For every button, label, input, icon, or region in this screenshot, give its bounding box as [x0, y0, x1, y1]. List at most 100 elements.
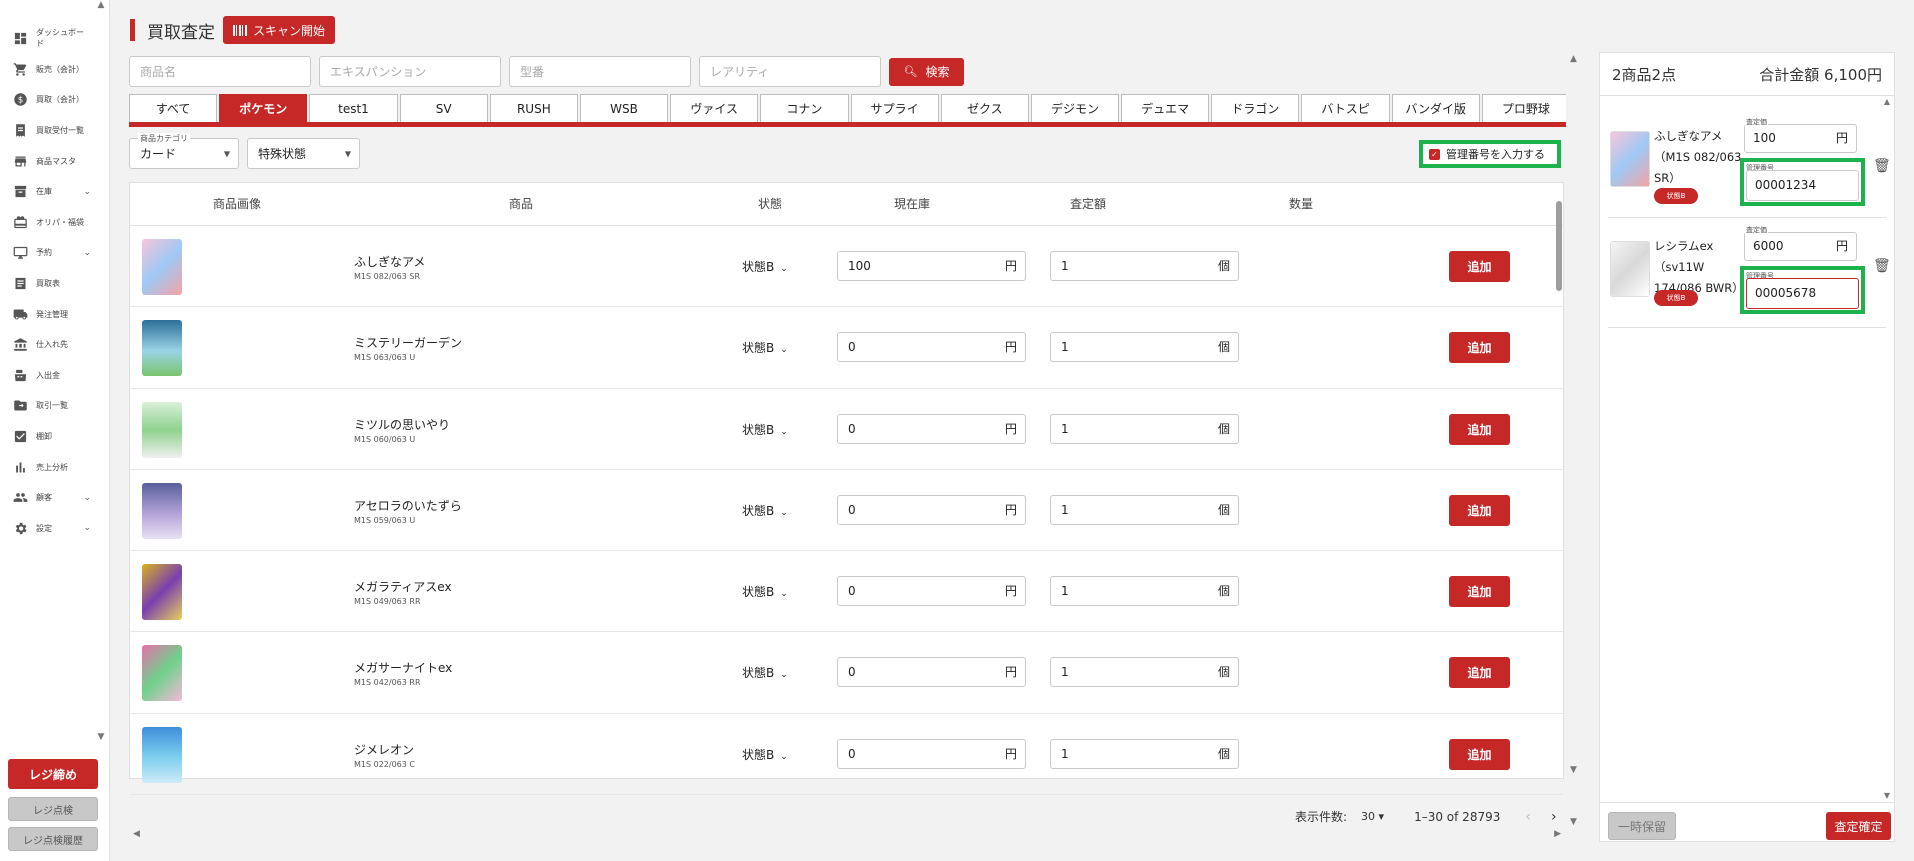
category-tab[interactable]: WSB — [579, 94, 669, 122]
scroll-up-icon[interactable]: ▲ — [1570, 54, 1577, 64]
cart-price-input[interactable]: 査定価 6000 円 — [1744, 225, 1857, 261]
special-state-select[interactable]: 特殊状態 ▼ — [247, 138, 360, 169]
sidebar-item[interactable]: 商品マスタ — [0, 146, 95, 177]
category-tab[interactable]: SV — [399, 94, 488, 122]
sidebar-item[interactable]: オリパ・福袋 — [0, 207, 95, 238]
rows-per-page-select[interactable]: 30 ▾ — [1361, 810, 1384, 823]
category-tab[interactable]: RUSH — [489, 94, 578, 122]
trash-icon[interactable]: 🗑︎ — [1873, 258, 1891, 274]
close-register-button[interactable]: レジ締め — [8, 759, 98, 789]
table-scrollbar[interactable] — [1553, 183, 1563, 768]
prev-page-icon[interactable]: ‹ — [1525, 809, 1531, 825]
confirm-appraisal-button[interactable]: 査定確定 — [1826, 812, 1891, 840]
scroll-down-icon[interactable]: ▼ — [1570, 817, 1577, 827]
category-tab[interactable]: すべて — [129, 94, 218, 122]
cart-price-input[interactable]: 査定価 100 円 — [1744, 117, 1857, 153]
rarity-input[interactable] — [699, 56, 881, 87]
sidebar-item[interactable]: ダッシュボード — [0, 22, 95, 54]
quantity-input[interactable]: 1個 — [1050, 738, 1239, 769]
expansion-input[interactable] — [319, 56, 501, 87]
category-tab[interactable]: ゼクス — [940, 94, 1029, 122]
sidebar-item[interactable]: 在庫 ⌄ — [0, 176, 95, 207]
gear-icon — [12, 520, 28, 536]
scroll-left-icon[interactable]: ◀ — [133, 829, 140, 839]
sidebar-item[interactable]: 設定 ⌄ — [0, 513, 95, 544]
sidebar-item[interactable]: 棚卸 — [0, 421, 95, 452]
main-vertical-scrollbar[interactable]: ▲ ▼ ▼ — [1568, 54, 1580, 827]
sidebar-item[interactable]: 販売（会計） — [0, 54, 95, 85]
sidebar-item[interactable]: 顧客 ⌄ — [0, 482, 95, 513]
state-select[interactable]: 状態B ⌄ — [742, 746, 788, 763]
sidebar-scroll-up-icon[interactable]: ▲ — [95, 0, 107, 12]
store-icon — [12, 153, 28, 169]
category-tab[interactable]: バトスピ — [1301, 94, 1390, 122]
state-select[interactable]: 状態B ⌄ — [742, 502, 788, 519]
category-tab[interactable]: ヴァイス — [670, 94, 759, 122]
cart-scroll-down-icon[interactable]: ▼ — [1884, 791, 1890, 800]
category-tab[interactable]: デジモン — [1030, 94, 1120, 122]
sidebar-item[interactable]: 買取受付一覧 — [0, 115, 95, 146]
add-button[interactable]: 追加 — [1449, 413, 1510, 445]
category-tab[interactable]: デュエマ — [1121, 94, 1210, 122]
mgmt-number-checkbox[interactable]: ✓ 管理番号を入力する — [1419, 140, 1561, 168]
product-name-input[interactable] — [129, 56, 311, 87]
sidebar-item[interactable]: 買取表 — [0, 268, 95, 299]
sidebar-scroll-down-icon[interactable]: ▼ — [95, 732, 107, 744]
quantity-input[interactable]: 1個 — [1050, 494, 1239, 525]
quantity-input[interactable]: 1個 — [1050, 251, 1239, 281]
add-button[interactable]: 追加 — [1449, 332, 1510, 364]
horizontal-scrollbar[interactable]: ◀ ▶ — [133, 829, 1561, 841]
table-row: アセロラのいたずら M1S 059/063 U 状態B⌄ 1点 0円 1個 追加 — [130, 470, 1563, 552]
state-select[interactable]: 状態B ⌄ — [742, 258, 788, 275]
price-input[interactable]: 0円 — [837, 657, 1026, 688]
category-tab[interactable]: サプライ — [850, 94, 939, 122]
trash-icon[interactable]: 🗑︎ — [1873, 158, 1891, 174]
sidebar-item[interactable]: 取引一覧 — [0, 391, 95, 422]
add-button[interactable]: 追加 — [1449, 657, 1510, 689]
hold-button[interactable]: 一時保留 — [1608, 812, 1676, 840]
sidebar-item[interactable]: 仕入れ先 — [0, 329, 95, 360]
add-button[interactable]: 追加 — [1449, 738, 1510, 770]
category-tab[interactable]: ポケモン — [219, 94, 308, 122]
mgmt-number-input[interactable]: 00005678 — [1746, 278, 1859, 309]
price-input[interactable]: 0円 — [837, 494, 1026, 525]
price-input[interactable]: 0円 — [837, 738, 1026, 769]
category-tab[interactable]: プロ野球 — [1481, 94, 1566, 122]
next-page-icon[interactable]: › — [1551, 809, 1557, 825]
search-button[interactable]: 🔍︎ 検索 — [889, 57, 964, 86]
quantity-input[interactable]: 1個 — [1050, 657, 1239, 688]
quantity-input[interactable]: 1個 — [1050, 413, 1239, 444]
mgmt-number-input[interactable]: 00001234 — [1746, 170, 1859, 201]
price-input[interactable]: 0円 — [837, 332, 1026, 363]
sidebar-item[interactable]: 売上分析 — [0, 452, 95, 483]
sidebar-item[interactable]: 予約 ⌄ — [0, 238, 95, 269]
cart-scroll-up-icon[interactable]: ▲ — [1884, 97, 1890, 106]
quantity-input[interactable]: 1個 — [1050, 576, 1239, 607]
category-tab[interactable]: コナン — [760, 94, 849, 122]
category-tab[interactable]: test1 — [309, 94, 398, 122]
scan-start-button[interactable]: スキャン開始 — [223, 16, 336, 44]
state-select[interactable]: 状態B ⌄ — [742, 339, 788, 356]
scroll-down-icon[interactable]: ▼ — [1570, 765, 1577, 775]
register-check-button[interactable]: レジ点検 — [8, 797, 98, 821]
add-button[interactable]: 追加 — [1449, 251, 1510, 282]
add-button[interactable]: 追加 — [1449, 576, 1510, 608]
price-input[interactable]: 0円 — [837, 576, 1026, 607]
register-check-history-button[interactable]: レジ点検履歴 — [8, 827, 98, 851]
category-select[interactable]: 商品カテゴリ カード ▼ — [129, 133, 239, 169]
table-scrollbar-thumb[interactable] — [1556, 201, 1562, 291]
state-select[interactable]: 状態B ⌄ — [742, 583, 788, 600]
model-number-input[interactable] — [509, 56, 691, 87]
sidebar-item[interactable]: 入出金 — [0, 360, 95, 391]
scroll-right-icon[interactable]: ▶ — [1554, 829, 1561, 839]
category-tab[interactable]: ドラゴン — [1211, 94, 1300, 122]
state-select[interactable]: 状態B ⌄ — [742, 421, 788, 438]
category-tab[interactable]: バンダイ版 — [1391, 94, 1480, 122]
add-button[interactable]: 追加 — [1449, 494, 1510, 526]
price-input[interactable]: 0円 — [837, 413, 1026, 444]
quantity-input[interactable]: 1個 — [1050, 332, 1239, 363]
sidebar-item[interactable]: $ 買取（会計） — [0, 85, 95, 116]
sidebar-item[interactable]: 発注管理 — [0, 299, 95, 330]
state-select[interactable]: 状態B ⌄ — [742, 664, 788, 681]
price-input[interactable]: 100 円 — [837, 251, 1026, 281]
